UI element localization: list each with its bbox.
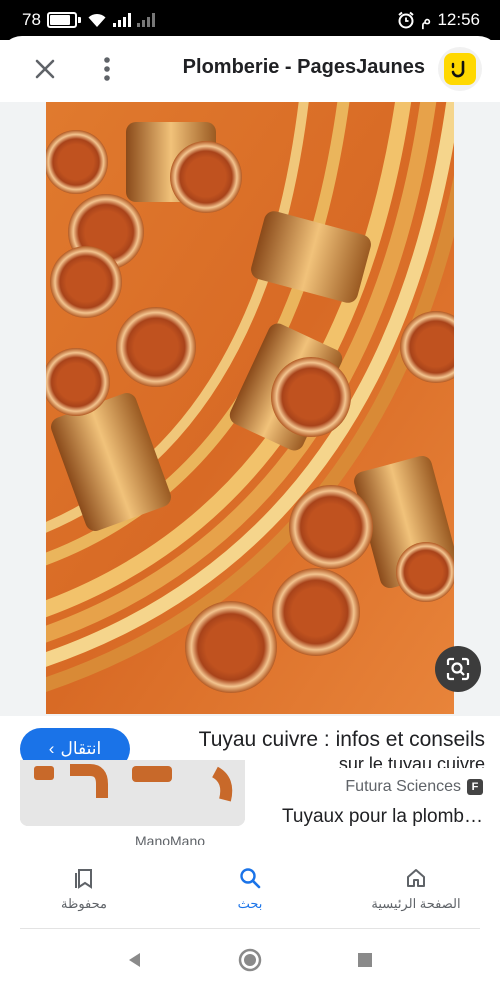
recents-button[interactable] bbox=[350, 945, 380, 975]
status-right: م 12:56 bbox=[397, 10, 480, 30]
page-title: Plomberie - PagesJaunes bbox=[182, 56, 425, 78]
wifi-icon bbox=[88, 13, 106, 27]
recents-square-icon bbox=[358, 953, 372, 967]
related-thumbnail[interactable] bbox=[20, 760, 245, 826]
bottom-nav: محفوظة بحث الصفحة الرئيسية bbox=[0, 860, 500, 928]
site-logo[interactable] bbox=[438, 47, 482, 91]
home-circle-icon bbox=[238, 948, 262, 972]
related-source: Futura Sciences F bbox=[300, 778, 483, 796]
clock: 12:56 bbox=[437, 10, 480, 29]
nav-search-label: بحث bbox=[237, 896, 263, 911]
nav-home[interactable]: الصفحة الرئيسية bbox=[356, 866, 476, 912]
copper-pipes-photo bbox=[46, 102, 454, 714]
futura-sciences-icon: F bbox=[467, 779, 483, 795]
image-result-sheet: Plomberie - PagesJaunes Tuyau cuivre: i… bbox=[0, 36, 500, 989]
result-caption: Tuyau cuivre : infos et conseils sur le … bbox=[0, 726, 500, 866]
related-title[interactable]: Tuyaux pour la plomb… bbox=[255, 806, 483, 828]
main-image[interactable] bbox=[46, 102, 454, 714]
chevron-left-icon: ‹ bbox=[48, 739, 55, 758]
search-icon bbox=[240, 868, 261, 889]
result-title[interactable]: Tuyau cuivre : infos et conseils bbox=[150, 728, 485, 752]
result-subtitle: sur le tuyau cuivre bbox=[338, 754, 485, 768]
back-button[interactable] bbox=[120, 945, 150, 975]
more-vert-icon bbox=[104, 57, 110, 81]
home-nav-button[interactable] bbox=[235, 945, 265, 975]
top-bar: Plomberie - PagesJaunes bbox=[0, 36, 500, 102]
close-button[interactable] bbox=[28, 52, 62, 86]
more-options-button[interactable] bbox=[92, 52, 122, 86]
clock-period: م bbox=[420, 10, 432, 29]
system-nav-bar bbox=[0, 929, 500, 989]
status-left: 78 bbox=[22, 10, 155, 30]
home-icon bbox=[407, 869, 425, 887]
related-source-name: Futura Sciences bbox=[345, 778, 461, 795]
battery-percent: 78 bbox=[22, 10, 41, 29]
image-viewer bbox=[0, 102, 500, 716]
back-triangle-icon bbox=[129, 953, 140, 967]
signal-icon bbox=[112, 13, 131, 27]
pagesjaunes-logo-icon bbox=[451, 60, 465, 78]
nav-saved[interactable]: محفوظة bbox=[24, 866, 144, 912]
alarm-icon bbox=[398, 11, 414, 29]
nav-saved-label: محفوظة bbox=[61, 896, 107, 911]
saved-collection-icon bbox=[75, 869, 92, 889]
status-bar: 78 م 12:56 bbox=[0, 0, 500, 40]
lens-search-button[interactable] bbox=[435, 646, 481, 692]
nav-home-label: الصفحة الرئيسية bbox=[371, 896, 461, 911]
signal-icon-secondary bbox=[136, 13, 155, 27]
lens-icon bbox=[446, 657, 470, 681]
nav-search[interactable]: بحث bbox=[190, 866, 310, 912]
battery-icon bbox=[46, 12, 81, 28]
copper-fittings-thumb bbox=[20, 760, 245, 826]
thumb-source-name: ManoMano bbox=[135, 833, 206, 845]
visit-label: انتقال bbox=[60, 739, 102, 758]
close-icon bbox=[35, 59, 55, 79]
